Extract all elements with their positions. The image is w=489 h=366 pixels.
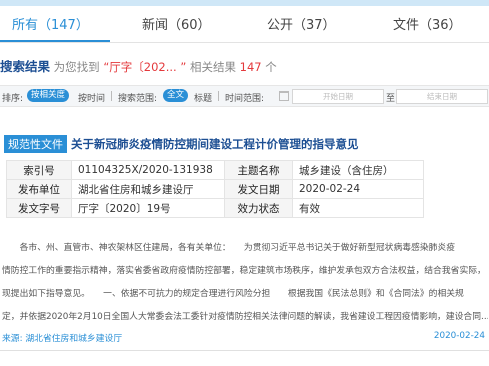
- document-type-badge: 规范性文件: [4, 135, 67, 153]
- result-count-suffix: 个: [265, 60, 277, 74]
- active-tab-indicator: [0, 40, 110, 42]
- result-count: 147: [239, 60, 262, 74]
- divider: [218, 91, 219, 101]
- abstract-line: 现提出如下指导意见。 一、依据不可抗力的规定合理进行风险分担 根据我国《民法总则…: [2, 289, 464, 299]
- tab-news[interactable]: 新闻（60）: [142, 14, 211, 33]
- status-label: 效力状态: [224, 198, 293, 218]
- index-label: 索引号: [6, 160, 72, 180]
- document-metadata-table: 索引号 01104325X/2020-131938 主题名称 城乡建设（含住房）…: [6, 160, 424, 218]
- result-prefix: 为您找到: [53, 60, 100, 74]
- docno-label: 发文字号: [6, 198, 72, 218]
- result-count-label: 相关结果: [189, 60, 236, 74]
- result-divider: [0, 350, 489, 351]
- scope-label: 搜索范围:: [118, 94, 158, 104]
- document-abstract: 各市、州、直管市、神农架林区住建局，各有关单位： 为贯彻习近平总书记关于做好新型…: [2, 237, 488, 329]
- document-title-row: 规范性文件 关于新冠肺炎疫情防控期间建设工程计价管理的指导意见: [4, 135, 359, 153]
- table-row: 发布单位 湖北省住房和城乡建设厅 发文日期 2020-02-24: [6, 179, 424, 199]
- category-tabs: 所有（147） 新闻（60） 公开（37） 文件（36）: [0, 6, 489, 43]
- index-value: 01104325X/2020-131938: [71, 160, 225, 180]
- sort-label: 排序:: [2, 94, 24, 104]
- scope-all-button[interactable]: 全文: [163, 89, 189, 102]
- abstract-line: 定，并依据2020年2月10日全国人大常委会法工委针对疫情防控相关法律问题的解读…: [2, 312, 488, 322]
- time-range-label: 时间范围:: [225, 94, 265, 104]
- status-value: 有效: [292, 198, 424, 218]
- document-title-link[interactable]: 关于新冠肺炎疫情防控期间建设工程计价管理的指导意见: [71, 137, 359, 151]
- document-publish-date: 2020-02-24: [433, 331, 485, 341]
- sort-time-button[interactable]: 按时间: [78, 91, 105, 104]
- issuer-value: 湖北省住房和城乡建设厅: [71, 179, 225, 199]
- abstract-line: 情防控工作的重要指示精神，落实省委省政府疫情防控部署，稳定建筑市场秩序，维护发承…: [2, 266, 486, 276]
- date-value: 2020-02-24: [292, 179, 424, 199]
- calendar-icon: [279, 91, 289, 101]
- scope-title-button[interactable]: 标题: [194, 91, 212, 104]
- abstract-line: 各市、州、直管市、神农架林区住建局，各有关单位： 为贯彻习近平总书记关于做好新型…: [2, 243, 456, 253]
- document-source: 来源: 湖北省住房和城乡建设厅: [2, 334, 123, 344]
- docno-value: 厅字〔2020〕19号: [71, 198, 225, 218]
- topic-value: 城乡建设（含住房）: [292, 160, 424, 180]
- end-date-input[interactable]: 结束日期: [396, 89, 488, 104]
- search-query: “厅字〔202... ”: [103, 60, 187, 74]
- table-row: 发文字号 厅字〔2020〕19号 效力状态 有效: [6, 198, 424, 218]
- sort-relevance-button[interactable]: 按相关度: [27, 89, 70, 102]
- date-label: 发文日期: [224, 179, 293, 199]
- start-date-input[interactable]: 开始日期: [292, 89, 384, 104]
- filter-bar: 排序: 按相关度 按时间 搜索范围: 全文 标题 时间范围: 开始日期 至 结束…: [0, 85, 489, 107]
- document-footer: 来源: 湖北省住房和城乡建设厅 2020-02-24: [2, 331, 485, 344]
- issuer-label: 发布单位: [6, 179, 72, 199]
- date-range-to: 至: [386, 94, 396, 104]
- tab-public[interactable]: 公开（37）: [267, 14, 336, 33]
- search-result-heading: 搜索结果: [0, 59, 51, 74]
- table-row: 索引号 01104325X/2020-131938 主题名称 城乡建设（含住房）: [6, 160, 424, 180]
- divider: [111, 91, 112, 101]
- tab-files[interactable]: 文件（36）: [393, 14, 462, 33]
- topic-label: 主题名称: [224, 160, 293, 180]
- search-result-summary: 搜索结果 为您找到 “厅字〔202... ” 相关结果 147 个: [0, 56, 277, 75]
- tab-all[interactable]: 所有（147）: [12, 14, 89, 33]
